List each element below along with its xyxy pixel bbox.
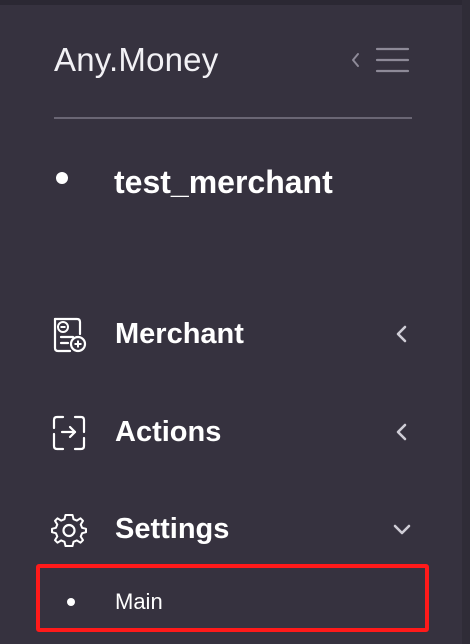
chevron-left-icon — [392, 322, 412, 346]
account-block: test_merchant — [54, 158, 434, 206]
sidebar-collapse-button[interactable] — [344, 42, 414, 78]
sidebar-item-actions[interactable]: Actions — [50, 408, 420, 456]
chevron-left-icon — [392, 420, 412, 444]
sidebar-subitem-main[interactable]: Main — [36, 564, 429, 632]
chevron-down-icon — [392, 517, 412, 541]
sidebar-item-merchant[interactable]: Merchant — [50, 310, 420, 358]
sidebar-item-settings-label: Settings — [115, 513, 230, 545]
sidebar-item-settings[interactable]: Settings — [50, 505, 420, 553]
sidebar-item-actions-label: Actions — [115, 416, 222, 448]
sidebar-right-edge — [462, 0, 470, 644]
account-status-dot — [56, 172, 68, 184]
sidebar-item-merchant-label: Merchant — [115, 318, 244, 350]
actions-icon — [50, 414, 88, 452]
sidebar-subitem-main-label: Main — [115, 589, 163, 614]
bullet-dot-icon — [67, 598, 75, 606]
window-top-edge — [0, 0, 470, 5]
chevron-left-icon — [352, 53, 359, 67]
hamburger-menu-icon — [375, 47, 410, 73]
account-name: test_merchant — [114, 164, 333, 200]
gear-icon — [50, 511, 88, 549]
header-divider — [54, 117, 412, 119]
brand-title: Any.Money — [54, 41, 219, 78]
merchant-icon — [50, 316, 88, 354]
